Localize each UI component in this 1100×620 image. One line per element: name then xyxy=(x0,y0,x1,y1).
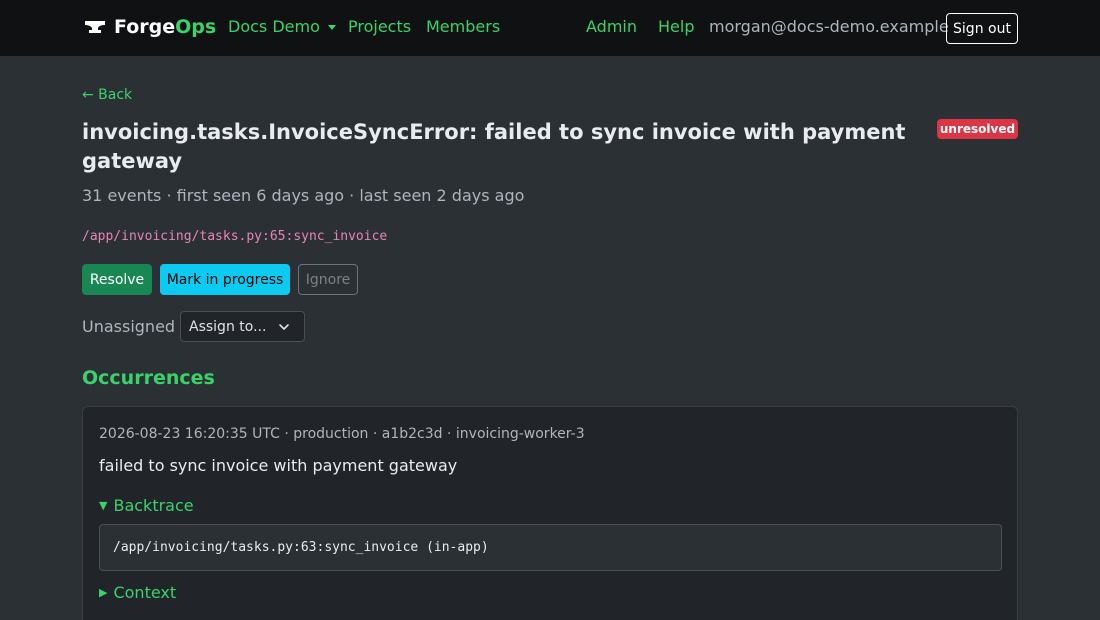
backtrace-frame: /app/invoicing/tasks.py:63:sync_invoice … xyxy=(99,524,1002,571)
chevron-down-icon xyxy=(279,324,289,330)
mark-in-progress-button[interactable]: Mark in progress xyxy=(160,264,290,295)
issue-title: invoicing.tasks.InvoiceSyncError: failed… xyxy=(82,120,906,173)
backtrace-label: Backtrace xyxy=(113,496,194,515)
top-navbar: ForgeOps Docs Demo Projects Members Admi… xyxy=(0,0,1100,56)
backtrace-toggle[interactable]: ▼ Backtrace xyxy=(99,496,194,515)
nav-members[interactable]: Members xyxy=(426,17,500,36)
issue-location: /app/invoicing/tasks.py:65:sync_invoice xyxy=(82,229,388,244)
org-dropdown[interactable]: Docs Demo xyxy=(228,17,336,36)
resolve-button[interactable]: Resolve xyxy=(82,264,152,295)
brand-logo[interactable]: ForgeOps xyxy=(84,16,216,38)
occurrence-message: failed to sync invoice with payment gate… xyxy=(99,456,458,475)
org-dropdown-label: Docs Demo xyxy=(228,17,320,36)
occurrences-title: Occurrences xyxy=(82,367,215,389)
occurrence-card: 2026-08-23 16:20:35 UTC · production · a… xyxy=(82,406,1018,620)
caret-down-icon xyxy=(327,25,336,30)
user-email: morgan@docs-demo.example xyxy=(709,17,949,36)
occurrence-meta: 2026-08-23 16:20:35 UTC · production · a… xyxy=(99,426,585,442)
brand-name: ForgeOps xyxy=(114,16,217,38)
context-label: Context xyxy=(113,583,177,602)
context-toggle[interactable]: ▶ Context xyxy=(99,583,176,602)
assignee-label: Unassigned xyxy=(82,317,176,336)
anvil-icon xyxy=(85,21,105,33)
nav-help[interactable]: Help xyxy=(658,17,694,36)
ignore-button[interactable]: Ignore xyxy=(298,264,358,295)
status-badge: unresolved xyxy=(937,119,1018,139)
back-link[interactable]: ← Back xyxy=(82,87,132,103)
nav-projects[interactable]: Projects xyxy=(348,17,411,36)
assign-select-value: Assign to... xyxy=(189,318,267,335)
issue-meta: 31 events · first seen 6 days ago · last… xyxy=(82,186,525,205)
nav-admin[interactable]: Admin xyxy=(586,17,637,36)
assign-select[interactable]: Assign to... xyxy=(180,311,305,342)
triangle-right-icon: ▶ xyxy=(99,586,108,599)
sign-out-button[interactable]: Sign out xyxy=(946,13,1018,44)
triangle-down-icon: ▼ xyxy=(99,499,108,512)
